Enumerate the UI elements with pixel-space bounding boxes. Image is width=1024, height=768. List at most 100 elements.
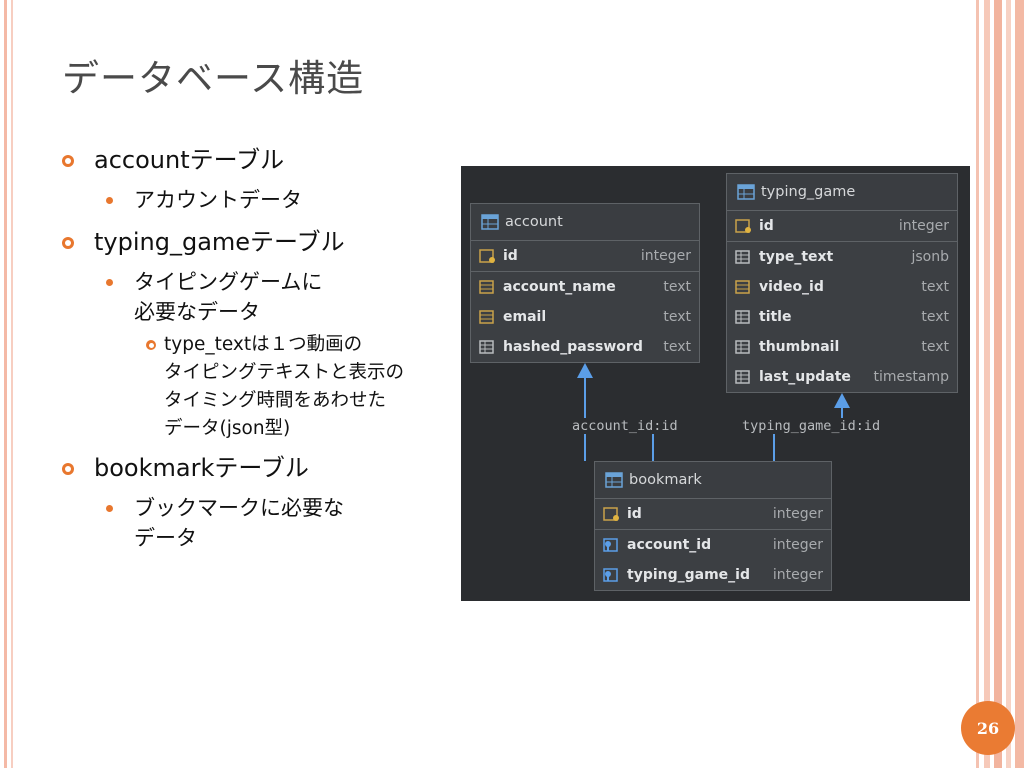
sub-bullet: アカウントデータ (62, 185, 462, 215)
column-type: integer (772, 506, 823, 522)
table-header: account (471, 204, 699, 241)
foreign-key-icon (603, 568, 618, 582)
sub-sub-bullet: type_textは１つ動画の タイピングテキストと表示の タイミング時間をあわ… (62, 331, 462, 443)
arrow-head-icon (834, 393, 850, 408)
table-name: bookmark (629, 472, 702, 488)
circle-bullet-icon (62, 237, 74, 249)
right-decorative-border (976, 0, 1024, 768)
page-number-badge: 26 (961, 701, 1015, 755)
column-row: type_text jsonb (727, 241, 957, 272)
table-name: typing_game (761, 184, 856, 200)
column-name: last_update (759, 369, 851, 385)
column-type: timestamp (873, 369, 949, 385)
column-type: jsonb (911, 249, 949, 265)
sub-sub-bullet-text: データ(json型) (164, 418, 291, 439)
column-name: id (759, 218, 774, 234)
bullet-text: accountテーブル (94, 146, 285, 174)
relation-label-account: account_id:id (570, 418, 680, 434)
column-name: account_name (503, 279, 616, 295)
bullet-text: bookmarkテーブル (94, 454, 309, 482)
column-row: hashed_password text (471, 332, 699, 362)
table-typing-game[interactable]: typing_game id integer type_text jsonb v… (726, 173, 958, 393)
left-decorative-border (0, 0, 44, 768)
sub-bullet-text: データ (134, 526, 197, 550)
column-icon (735, 340, 750, 354)
column-type: integer (640, 248, 691, 264)
bullet-list: accountテーブル アカウントデータ typing_gameテーブル タイピ… (62, 140, 462, 553)
primary-key-icon (603, 507, 619, 521)
slide-title: データベース構造 (62, 57, 365, 100)
relation-label-typing-game: typing_game_id:id (740, 418, 883, 434)
column-row: typing_game_id integer (595, 560, 831, 590)
column-name: id (627, 506, 642, 522)
sub-bullet: タイピングゲームに 必要なデータ (62, 267, 462, 327)
column-icon (735, 250, 750, 264)
column-row: video_id text (727, 272, 957, 302)
column-icon (479, 340, 494, 354)
sub-sub-bullet-text: type_textは１つ動画の (164, 334, 363, 355)
primary-key-icon (735, 219, 751, 233)
column-row: thumbnail text (727, 332, 957, 362)
bullet-text: typing_gameテーブル (94, 228, 345, 256)
column-type: integer (772, 567, 823, 583)
column-icon (479, 310, 494, 324)
column-name: title (759, 309, 792, 325)
column-type: text (921, 279, 949, 295)
column-type: integer (898, 218, 949, 234)
table-account[interactable]: account id integer account_name text ema… (470, 203, 700, 363)
table-bookmark[interactable]: bookmark id integer account_id integer t… (594, 461, 832, 591)
column-icon (735, 370, 750, 384)
circle-bullet-icon (62, 155, 74, 167)
column-row: account_id integer (595, 529, 831, 560)
column-name: email (503, 309, 547, 325)
dot-bullet-icon (106, 279, 113, 286)
column-type: integer (772, 537, 823, 553)
column-row: email text (471, 302, 699, 332)
column-name: id (503, 248, 518, 264)
table-icon (481, 214, 499, 230)
table-name: account (505, 214, 563, 230)
table-header: bookmark (595, 462, 831, 499)
column-type: text (663, 279, 691, 295)
foreign-key-icon (603, 538, 618, 552)
sub-bullet-text: ブックマークに必要な (134, 496, 344, 520)
er-diagram: account_id:id typing_game_id:id account … (461, 166, 970, 601)
circle-bullet-icon (62, 463, 74, 475)
column-row: title text (727, 302, 957, 332)
column-name: video_id (759, 279, 824, 295)
column-row: account_name text (471, 271, 699, 302)
column-row: id integer (595, 499, 831, 529)
column-type: text (663, 309, 691, 325)
primary-key-icon (479, 249, 495, 263)
sub-sub-bullet-text: タイピングテキストと表示の (164, 362, 404, 383)
sub-sub-bullet-text: タイミング時間をあわせた (164, 390, 387, 411)
column-name: thumbnail (759, 339, 840, 355)
column-row: id integer (471, 241, 699, 271)
sub-bullet: ブックマークに必要な データ (62, 493, 462, 553)
column-type: text (663, 339, 691, 355)
column-name: account_id (627, 537, 712, 553)
column-name: hashed_password (503, 339, 643, 355)
column-icon (735, 280, 750, 294)
column-name: typing_game_id (627, 567, 750, 583)
table-header: typing_game (727, 174, 957, 211)
sub-bullet-text: アカウントデータ (134, 188, 302, 212)
column-type: text (921, 339, 949, 355)
circle-bullet-icon (146, 340, 156, 350)
column-icon (479, 280, 494, 294)
dot-bullet-icon (106, 505, 113, 512)
bullet-bookmark-table: bookmarkテーブル (62, 451, 462, 485)
column-row: last_update timestamp (727, 362, 957, 392)
column-row: id integer (727, 211, 957, 241)
sub-bullet-text: タイピングゲームに (134, 270, 323, 294)
bullet-typing-game-table: typing_gameテーブル (62, 225, 462, 259)
column-name: type_text (759, 249, 834, 265)
bullet-account-table: accountテーブル (62, 143, 462, 177)
sub-bullet-text: 必要なデータ (134, 300, 260, 324)
table-icon (737, 184, 755, 200)
table-icon (605, 472, 623, 488)
dot-bullet-icon (106, 197, 113, 204)
column-icon (735, 310, 750, 324)
arrow-head-icon (577, 363, 593, 378)
column-type: text (921, 309, 949, 325)
